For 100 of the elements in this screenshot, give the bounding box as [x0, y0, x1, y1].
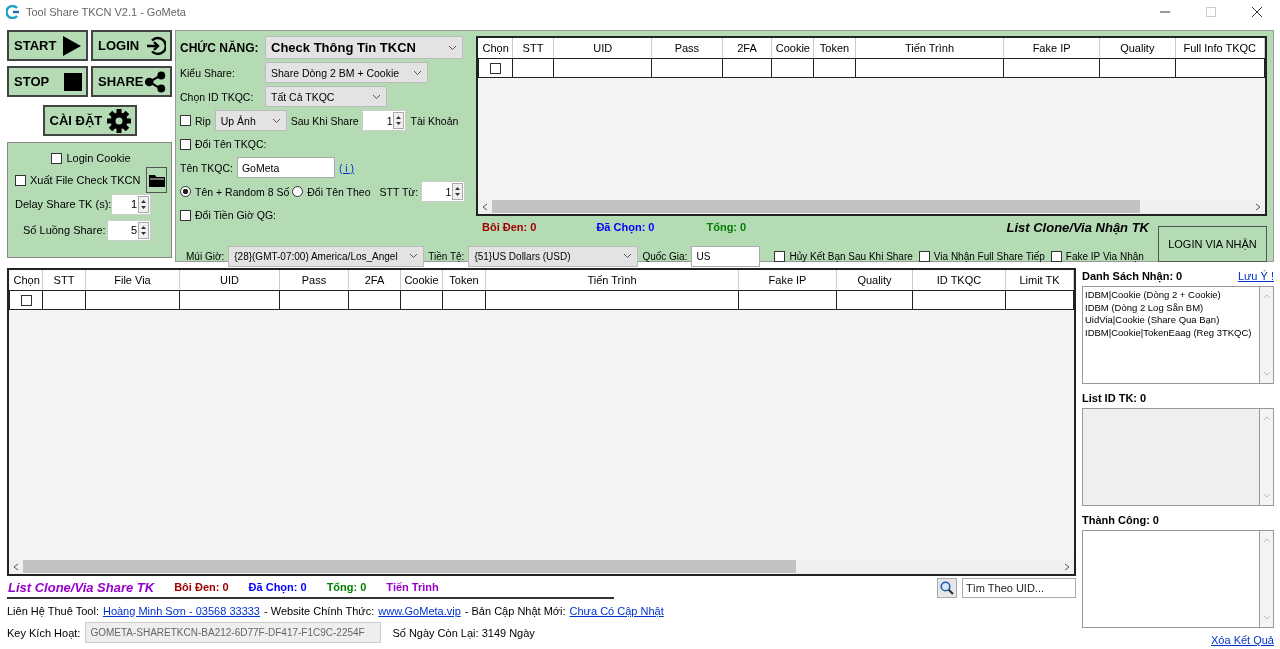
status-count: Đã Chọn: 0: [596, 221, 655, 233]
number-field[interactable]: 1: [111, 193, 151, 215]
column-header[interactable]: STT: [42, 270, 86, 291]
column-header[interactable]: Full Info TKQC: [1175, 38, 1265, 59]
checkbox[interactable]: [180, 138, 191, 150]
column-header[interactable]: STT: [512, 38, 554, 59]
column-header[interactable]: Fake IP: [1003, 38, 1100, 59]
dropdown[interactable]: Up Ảnh: [214, 110, 287, 131]
spinner-arrows-icon: [452, 183, 464, 200]
folder-button[interactable]: [146, 167, 167, 193]
horizontal-scrollbar[interactable]: [478, 199, 1265, 214]
column-header[interactable]: Quality: [836, 270, 913, 291]
number-field[interactable]: 1: [362, 110, 407, 131]
field-label: Key Kích Hoạt:: [7, 626, 81, 639]
search-field[interactable]: Tìm Theo UID...: [962, 578, 1076, 598]
text-field[interactable]: GoMeta: [236, 157, 335, 178]
column-header[interactable]: UID: [179, 270, 280, 291]
radio-button[interactable]: [180, 186, 191, 197]
column-header[interactable]: Token: [813, 38, 856, 59]
login-arrow-icon: [146, 35, 166, 56]
contact-link[interactable]: www.GoMeta.vip: [378, 604, 461, 617]
settings-button[interactable]: CÀI ĐẶT: [42, 105, 137, 136]
column-header[interactable]: Chọn: [9, 270, 43, 291]
field-label: CHỨC NĂNG:: [180, 40, 260, 55]
note-link[interactable]: Lưu Ý !: [1237, 270, 1274, 282]
action-button[interactable]: LOGIN: [91, 30, 172, 61]
list-label: Danh Sách Nhận: 0: [1082, 270, 1183, 282]
chevron-icon: [409, 253, 419, 259]
column-header[interactable]: Tiến Trình: [485, 270, 739, 291]
contact-link[interactable]: Hoàng Minh Sơn - 03568 33333: [102, 604, 260, 617]
dropdown[interactable]: Tất Cả TKQC: [265, 86, 387, 107]
list-title: List Clone/Via Nhận TK: [1006, 219, 1149, 235]
contact-link[interactable]: Chưa Có Cập Nhật: [569, 604, 664, 617]
spinner-arrows-icon: [393, 112, 405, 129]
column-header[interactable]: ID TKQC: [912, 270, 1006, 291]
column-header[interactable]: 2FA: [722, 38, 772, 59]
column-header[interactable]: Limit TK: [1005, 270, 1074, 291]
scroll-left-icon: [481, 202, 489, 211]
share-icon: [143, 69, 166, 94]
dropdown[interactable]: Share Dòng 2 BM + Cookie: [265, 62, 428, 83]
list-label: List ID TK: 0: [1082, 392, 1147, 404]
action-button[interactable]: STOP: [7, 66, 88, 97]
column-header[interactable]: Quality: [1099, 38, 1175, 59]
scroll-down-icon: [1262, 615, 1271, 621]
column-header[interactable]: Cookie: [400, 270, 443, 291]
action-button[interactable]: SHARE: [91, 66, 172, 97]
checkbox[interactable]: [15, 174, 26, 186]
checkbox[interactable]: [489, 63, 501, 75]
checkbox[interactable]: [1050, 250, 1062, 262]
horizontal-scrollbar[interactable]: [9, 559, 1074, 574]
status-count: Tổng: 0: [706, 221, 747, 233]
checkbox[interactable]: [20, 295, 32, 307]
footer-label: - Bản Cập Nhật Mới:: [464, 604, 566, 617]
scroll-down-icon: [1262, 493, 1271, 499]
dropdown[interactable]: {28}(GMT-07:00) America/Los_Angel: [228, 245, 425, 267]
checkbox-label: Xuất File Check TKCN: [30, 174, 141, 186]
field-label: Chọn ID TKQC:: [180, 90, 255, 103]
column-header[interactable]: Cookie: [771, 38, 814, 59]
checkbox[interactable]: [774, 250, 786, 262]
column-header[interactable]: Pass: [651, 38, 723, 59]
folder-icon: [148, 173, 165, 187]
status-count: Tổng: 0: [326, 581, 367, 593]
text-field[interactable]: US: [691, 245, 761, 267]
info-link[interactable]: ( i ): [338, 161, 355, 174]
checkbox[interactable]: [918, 250, 930, 262]
play-icon: [62, 34, 82, 57]
column-header[interactable]: Chọn: [478, 38, 513, 59]
column-header[interactable]: File Via: [85, 270, 180, 291]
action-button[interactable]: START: [7, 30, 88, 61]
stop-icon: [64, 72, 82, 91]
spinner-arrows-icon: [138, 195, 149, 213]
clear-results-link[interactable]: Xóa Kết Quả: [1211, 634, 1274, 648]
column-header[interactable]: Token: [442, 270, 486, 291]
close-icon: [1252, 7, 1262, 17]
column-header[interactable]: Fake IP: [738, 270, 837, 291]
search-button[interactable]: [937, 578, 957, 598]
checkbox[interactable]: [180, 115, 191, 126]
checkbox[interactable]: [180, 209, 191, 221]
checkbox[interactable]: [51, 152, 63, 164]
login-via-button[interactable]: LOGIN VIA NHẬN: [1158, 226, 1267, 262]
radio-button[interactable]: [292, 186, 304, 197]
status-count: Đã Chọn: 0: [248, 581, 307, 593]
column-header[interactable]: 2FA: [348, 270, 401, 291]
field-label: STT Từ:: [379, 185, 419, 198]
number-field[interactable]: 1: [421, 181, 466, 202]
field-label: Sau Khi Share: [290, 114, 359, 127]
scroll-right-icon: [1254, 202, 1262, 211]
scroll-up-icon: [1262, 415, 1271, 421]
list-box[interactable]: [1082, 530, 1274, 628]
number-field[interactable]: 5: [107, 219, 151, 241]
dropdown[interactable]: {51}US Dollars (USD): [468, 245, 639, 267]
column-header[interactable]: Pass: [279, 270, 349, 291]
column-header[interactable]: UID: [553, 38, 652, 59]
dropdown[interactable]: Check Thông Tin TKCN: [265, 36, 463, 59]
list-box[interactable]: IDBM|Cookie (Dòng 2 + Cookie) IDBM (Dòng 2 Log Sẵn BM) UidVia|Cookie (Share Qua Bạn) IDBM|Cookie|TokenEaag (Reg 3TKQC): [1082, 286, 1274, 384]
column-header[interactable]: Tiến Trình: [855, 38, 1004, 59]
app-logo-icon: [6, 5, 20, 19]
key-field[interactable]: GOMETA-SHARETKCN-BA212-6D77F-DF417-F1C9C-2254F: [85, 622, 382, 643]
status-count: Bôi Đen: 0: [482, 221, 537, 233]
footer-label: Liên Hệ Thuê Tool:: [7, 604, 99, 617]
